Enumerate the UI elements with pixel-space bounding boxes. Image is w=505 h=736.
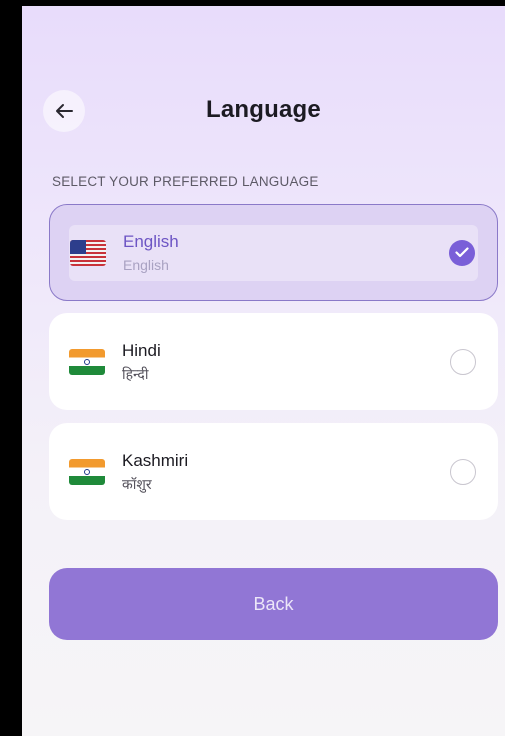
language-native-name: कॉशुर xyxy=(122,475,152,492)
radio-unchecked[interactable] xyxy=(450,348,476,375)
back-button[interactable]: Back xyxy=(49,568,498,640)
radio-unchecked[interactable] xyxy=(450,458,476,485)
language-name: Kashmiri xyxy=(122,450,189,470)
page-title: Language xyxy=(206,96,321,123)
language-option-kashmiri[interactable]: Kashmiri कॉशुर xyxy=(49,423,498,520)
section-label: SELECT YOUR PREFERRED LANGUAGE xyxy=(52,174,319,189)
language-text: English English xyxy=(123,231,449,275)
language-native-name: English xyxy=(123,256,169,273)
language-text: Kashmiri कॉशुर xyxy=(122,450,450,494)
check-icon xyxy=(455,247,469,258)
radio-checked[interactable] xyxy=(449,239,475,266)
language-name: Hindi xyxy=(122,340,161,360)
india-flag-icon xyxy=(69,458,105,485)
language-option-hindi[interactable]: Hindi हिन्दी xyxy=(49,313,498,410)
us-flag-icon xyxy=(70,239,106,266)
language-option-english[interactable]: English English xyxy=(49,204,498,301)
india-flag-icon xyxy=(69,348,105,375)
language-text: Hindi हिन्दी xyxy=(122,340,450,384)
language-screen: Language SELECT YOUR PREFERRED LANGUAGE … xyxy=(22,6,505,736)
language-name: English xyxy=(123,231,179,251)
language-native-name: हिन्दी xyxy=(122,365,149,382)
